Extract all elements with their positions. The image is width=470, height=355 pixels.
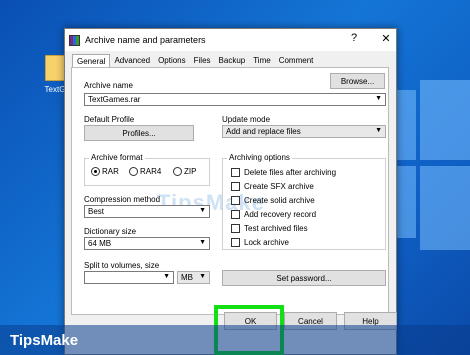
tab-files[interactable]: Files [190, 54, 215, 67]
file-icon [45, 55, 65, 81]
dictionary-size-select[interactable]: 64 MB ▼ [84, 237, 210, 250]
archive-format-group: Archive format RAR RAR4 ZIP [84, 153, 210, 186]
dictionary-size-value: 64 MB [88, 239, 112, 248]
option-test-files[interactable]: Test archived files [231, 224, 308, 233]
option-solid-archive[interactable]: Create solid archive [231, 196, 315, 205]
title-bar: Archive name and parameters ? ✕ [65, 29, 396, 51]
format-rar4-label: RAR4 [140, 167, 162, 176]
option-recovery-record-label: Add recovery record [244, 210, 317, 219]
tab-advanced[interactable]: Advanced [110, 54, 154, 67]
archiving-options-group: Archiving options Delete files after arc… [222, 153, 386, 250]
archive-name-value: TextGames.rar [88, 95, 141, 104]
option-lock-archive-label: Lock archive [244, 238, 289, 247]
compression-method-value: Best [88, 207, 105, 216]
archive-format-label: Archive format [89, 153, 145, 162]
tab-options[interactable]: Options [154, 54, 190, 67]
profiles-button[interactable]: Profiles... [84, 125, 194, 141]
radio-icon [129, 167, 138, 176]
checkbox-icon [231, 196, 240, 205]
chevron-down-icon[interactable]: ▼ [375, 95, 382, 102]
tab-general[interactable]: General [72, 54, 111, 68]
radio-icon [173, 167, 182, 176]
dictionary-size-label: Dictionary size [84, 227, 137, 236]
update-mode-value: Add and replace files [226, 127, 301, 136]
checkbox-icon [231, 210, 240, 219]
checkbox-icon [231, 224, 240, 233]
option-test-files-label: Test archived files [244, 224, 308, 233]
general-panel: TipsMake Archive name Browse... TextGame… [71, 67, 389, 315]
brand-logo: TipsMake [10, 332, 79, 349]
archive-name-label: Archive name [84, 81, 133, 90]
chevron-down-icon: ▼ [375, 127, 382, 134]
set-password-button[interactable]: Set password... [222, 270, 386, 286]
update-mode-label: Update mode [222, 115, 271, 124]
chevron-down-icon: ▼ [199, 207, 206, 214]
default-profile-label: Default Profile [84, 115, 135, 124]
format-rar-label: RAR [102, 167, 119, 176]
option-create-sfx-label: Create SFX archive [244, 182, 314, 191]
tab-bar: General Advanced Options Files Backup Ti… [72, 54, 317, 68]
archive-name-input[interactable]: TextGames.rar ▼ [84, 93, 386, 106]
chevron-down-icon: ▼ [163, 273, 170, 280]
checkbox-icon [231, 238, 240, 247]
format-rar4-radio[interactable]: RAR4 [129, 167, 161, 176]
option-delete-files[interactable]: Delete files after archiving [231, 168, 336, 177]
option-lock-archive[interactable]: Lock archive [231, 238, 289, 247]
format-rar-radio[interactable]: RAR [91, 167, 119, 176]
format-zip-label: ZIP [184, 167, 197, 176]
radio-selected-icon [91, 167, 100, 176]
tab-backup[interactable]: Backup [215, 54, 250, 67]
option-solid-archive-label: Create solid archive [244, 196, 315, 205]
option-delete-files-label: Delete files after archiving [244, 168, 337, 177]
split-size-input[interactable]: ▼ [84, 271, 174, 284]
browse-button[interactable]: Browse... [330, 73, 385, 89]
tab-comment[interactable]: Comment [275, 54, 318, 67]
update-mode-select[interactable]: Add and replace files ▼ [222, 125, 386, 138]
tab-time[interactable]: Time [249, 54, 274, 67]
option-recovery-record[interactable]: Add recovery record [231, 210, 316, 219]
option-create-sfx[interactable]: Create SFX archive [231, 182, 314, 191]
close-icon[interactable]: ✕ [378, 32, 394, 45]
split-volumes-label: Split to volumes, size [84, 261, 160, 270]
chevron-down-icon: ▼ [199, 273, 206, 280]
checkbox-icon [231, 168, 240, 177]
chevron-down-icon: ▼ [199, 239, 206, 246]
checkbox-icon [231, 182, 240, 191]
archiving-options-label: Archiving options [227, 153, 292, 162]
compression-method-label: Compression method [84, 195, 161, 204]
format-zip-radio[interactable]: ZIP [173, 167, 196, 176]
winrar-icon [69, 34, 80, 46]
compression-method-select[interactable]: Best ▼ [84, 205, 210, 218]
help-title-button[interactable]: ? [346, 32, 362, 44]
split-unit-select[interactable]: MB ▼ [177, 271, 210, 284]
dialog-title: Archive name and parameters [85, 35, 206, 45]
split-unit-value: MB [181, 273, 193, 282]
